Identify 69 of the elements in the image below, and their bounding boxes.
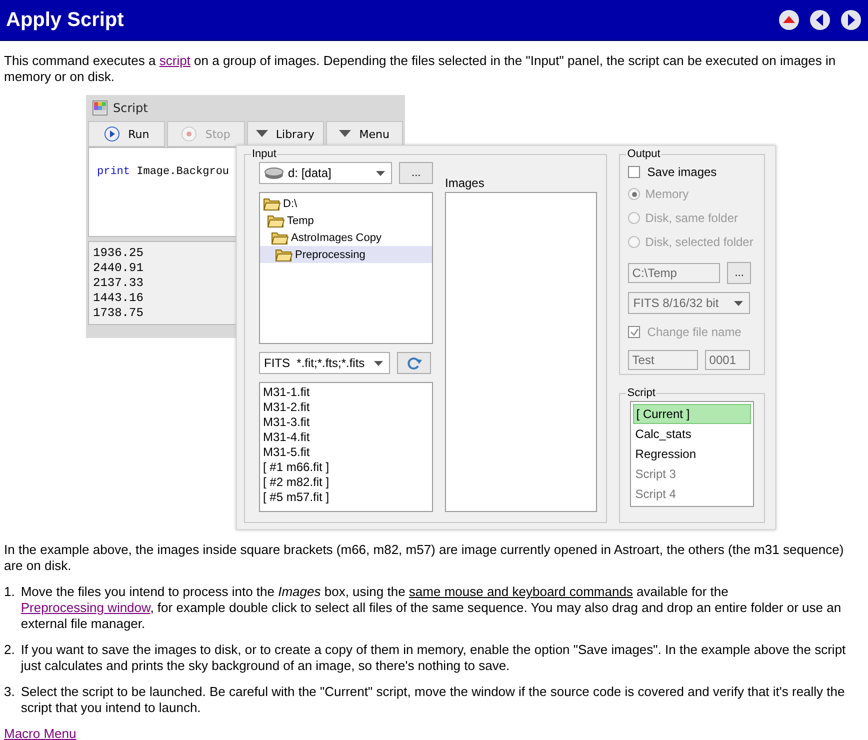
file-item[interactable]: M31-3.fit [263, 415, 429, 430]
drive-icon [264, 166, 284, 180]
number-field[interactable]: 0001 [705, 350, 750, 370]
folder-item[interactable]: AstroImages Copy [260, 229, 432, 246]
folder-icon [271, 230, 289, 244]
output-line: 1738.75 [93, 306, 144, 321]
text-link[interactable]: same mouse and keyboard commands [408, 584, 633, 599]
page-title: Apply Script [6, 8, 124, 32]
file-item[interactable]: [ #5 m57.fit ] [263, 490, 429, 505]
macro-menu-link[interactable]: Macro Menu [4, 726, 76, 740]
forward-icon[interactable] [840, 9, 862, 31]
step-paragraph: Select the script to be launched. Be careful with the "Current" script, move the window if the source code is covered and verify that it's really the script that you intend to launch. [20, 684, 846, 716]
toolbar-button[interactable]: Run [88, 121, 166, 147]
group-label: Input [251, 148, 278, 160]
images-label: Images [445, 176, 486, 190]
up-icon[interactable] [778, 9, 800, 31]
filter-dropdown[interactable]: FITS *.fit;*.fts;*.fits [259, 352, 390, 374]
drive-dropdown[interactable]: d: [data] [259, 162, 392, 184]
toolbar-button[interactable]: Menu [326, 121, 403, 147]
group-label: Script [626, 387, 656, 399]
dropdown-arrow-icon [374, 360, 383, 366]
output-line: 1936.25 [93, 246, 144, 261]
file-item[interactable]: M31-5.fit [263, 445, 429, 460]
palette-icon [92, 100, 108, 116]
file-item[interactable]: M31-1.fit [263, 385, 429, 400]
step-paragraph: If you want to save the images to disk, or to create a copy of them in memory, enable the option "Save images". In the example above the script just calculates and prints the sky background of an image, so there's nothing to save. [20, 642, 847, 674]
script-item[interactable]: [ Current ] [633, 404, 751, 424]
output-line: 2137.33 [93, 276, 144, 291]
caret-icon [256, 130, 268, 138]
file-item[interactable]: [ #2 m82.fit ] [263, 475, 429, 490]
play-icon [104, 126, 120, 142]
folder-icon [267, 214, 285, 228]
browse-button[interactable]: ... [727, 262, 752, 284]
script-item[interactable]: Regression [633, 444, 751, 464]
intro-paragraph: This command executes a script on a group of images. Depending the files selected in the "Input" panel, the script can be executed on images in memory or on disk. [4, 53, 837, 85]
step-paragraph: Move the files you intend to process into the Images box, using the same mouse and keyboard commands available for the Preprocessing window, for example double click to select all files of the same sequence. You may also drag and drop an entire folder or use an external file manager. [20, 584, 842, 632]
folder-item[interactable]: Preprocessing [260, 246, 432, 263]
file-item[interactable]: [ #1 m66.fit ] [263, 460, 429, 475]
stop-icon [181, 126, 198, 142]
script-item[interactable]: Calc_stats [633, 424, 751, 444]
dropdown-arrow-icon [734, 300, 744, 306]
back-icon[interactable] [809, 9, 831, 31]
caret-icon [339, 130, 352, 138]
group-label: Output [626, 148, 662, 160]
output-line: 2440.91 [93, 261, 144, 276]
file-item[interactable]: M31-2.fit [263, 400, 429, 415]
step-number: 1. [4, 584, 15, 601]
folder-icon [275, 248, 293, 262]
folder-icon [263, 196, 281, 210]
window-title: Script [113, 101, 148, 115]
step-number: 2. [4, 642, 15, 659]
output-line: 1443.16 [93, 291, 144, 306]
folder-item[interactable]: D:\ [260, 195, 432, 212]
refresh-button[interactable] [397, 352, 431, 374]
text-link[interactable]: script [159, 53, 190, 68]
browse-button[interactable]: ... [399, 162, 433, 184]
example-paragraph: In the example above, the images inside square brackets (m66, m82, m57) are image currently opened in Astroart, the others (the m31 sequence) are on disk. [4, 542, 845, 574]
format-dropdown[interactable]: FITS 8/16/32 bit [628, 292, 750, 314]
dropdown-arrow-icon [376, 170, 386, 176]
folder-item[interactable]: Temp [260, 212, 432, 229]
check-icon [630, 328, 639, 336]
refresh-icon [405, 356, 423, 370]
text-link[interactable]: Preprocessing window [20, 600, 150, 615]
prefix-field[interactable]: Test [628, 350, 698, 370]
toolbar-button[interactable]: Library [246, 121, 324, 147]
file-item[interactable]: M31-4.fit [263, 430, 429, 445]
folder-field[interactable]: C:\Temp [628, 263, 720, 283]
step-number: 3. [4, 684, 15, 701]
save-images-checkbox[interactable]: Save images [628, 162, 756, 182]
